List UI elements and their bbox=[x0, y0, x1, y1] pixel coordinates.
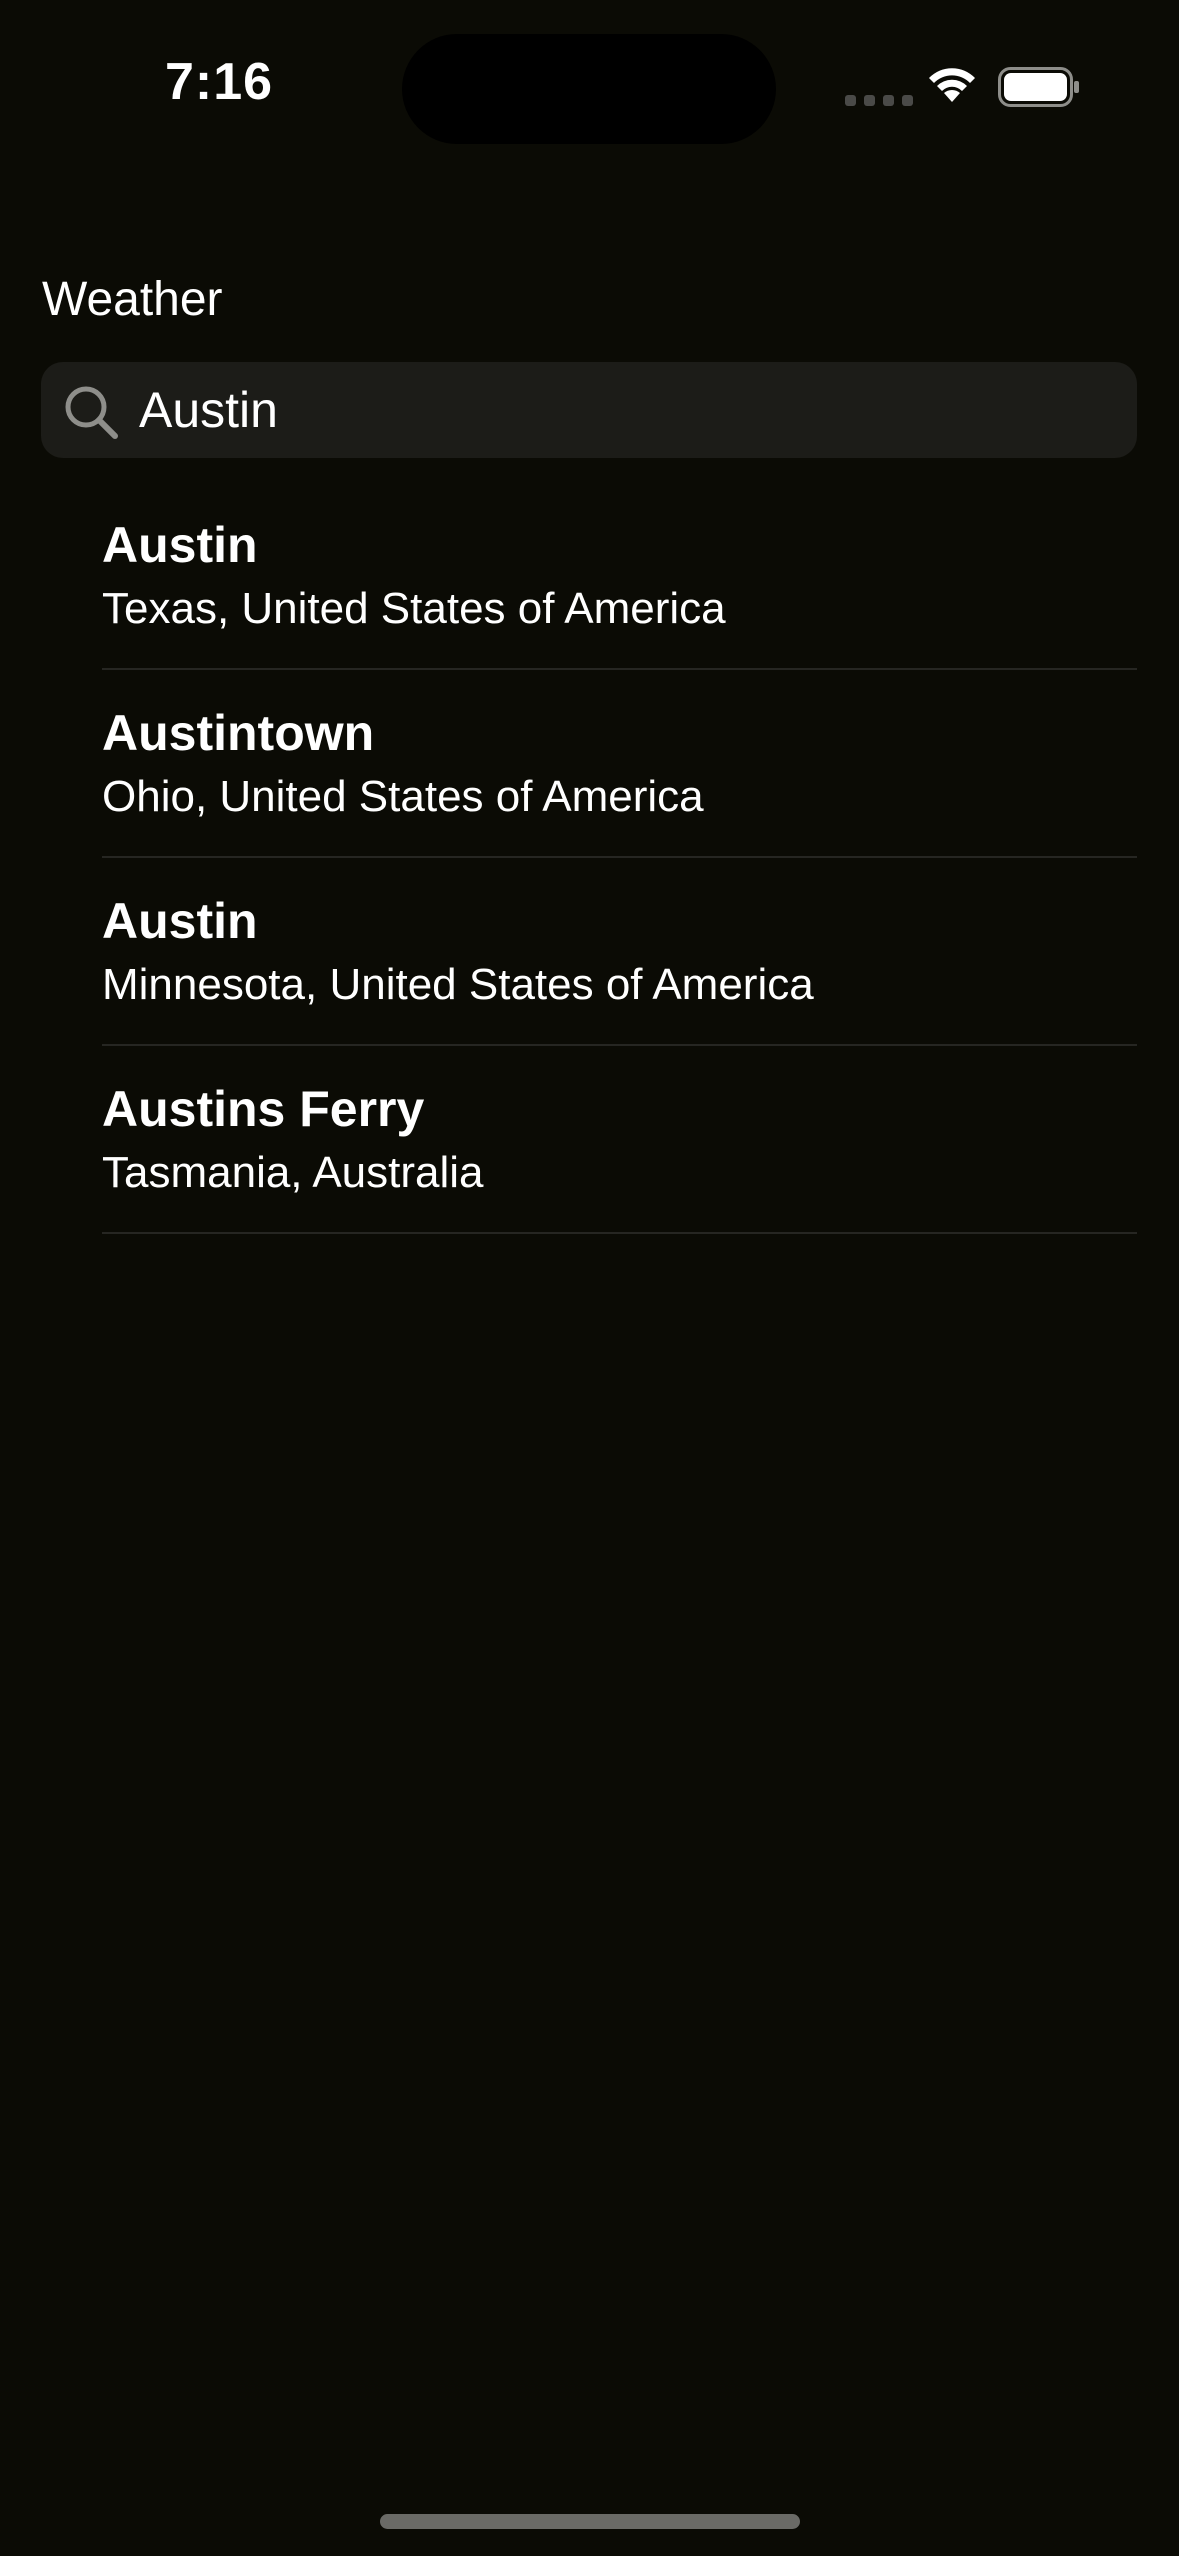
weather-search-screen: 7:16 Weather Austin Texas, United States… bbox=[0, 0, 1179, 2556]
result-row-austin-minnesota[interactable]: Austin Minnesota, United States of Ameri… bbox=[0, 858, 1179, 1046]
result-city-name: Austin bbox=[102, 517, 258, 573]
wifi-icon bbox=[929, 68, 975, 102]
result-region: Texas, United States of America bbox=[102, 584, 726, 633]
result-row-austin-texas[interactable]: Austin Texas, United States of America bbox=[0, 482, 1179, 670]
result-region: Tasmania, Australia bbox=[102, 1148, 484, 1197]
result-city-name: Austin bbox=[102, 893, 258, 949]
result-city-name: Austintown bbox=[102, 705, 375, 761]
search-bar[interactable] bbox=[41, 362, 1137, 458]
home-indicator[interactable] bbox=[380, 2514, 800, 2529]
dynamic-island bbox=[402, 34, 776, 144]
back-to-weather-link[interactable]: Weather bbox=[42, 272, 223, 327]
battery-icon bbox=[998, 67, 1079, 107]
result-city-name: Austins Ferry bbox=[102, 1081, 425, 1137]
cellular-signal-icon bbox=[845, 95, 913, 106]
result-row-austintown-ohio[interactable]: Austintown Ohio, United States of Americ… bbox=[0, 670, 1179, 858]
result-region: Ohio, United States of America bbox=[102, 772, 704, 821]
search-icon bbox=[65, 386, 118, 439]
status-time: 7:16 bbox=[165, 53, 274, 111]
search-results-list: Austin Texas, United States of America A… bbox=[0, 482, 1179, 1234]
result-region: Minnesota, United States of America bbox=[102, 960, 814, 1009]
search-input[interactable] bbox=[139, 362, 1099, 458]
result-row-austins-ferry-tasmania[interactable]: Austins Ferry Tasmania, Australia bbox=[0, 1046, 1179, 1234]
divider bbox=[102, 1232, 1137, 1234]
